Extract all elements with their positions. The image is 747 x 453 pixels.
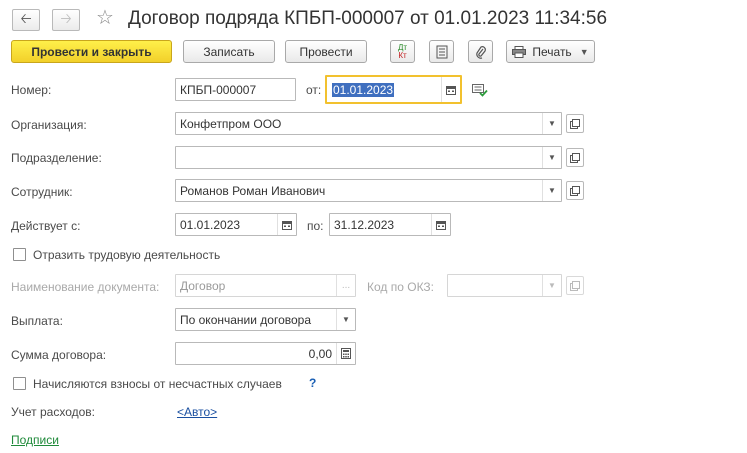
division-field[interactable]: ▼ <box>175 146 562 169</box>
employee-value: Романов Роман Иванович <box>180 183 326 198</box>
post-and-close-button[interactable]: Провести и закрыть <box>11 40 172 63</box>
chevron-down-icon[interactable]: ▼ <box>542 275 561 296</box>
document-list-button[interactable] <box>429 40 454 63</box>
expense-auto-link[interactable]: <Авто> <box>177 405 217 419</box>
number-label: Номер: <box>11 83 52 97</box>
okz-open-button[interactable] <box>566 276 584 295</box>
document-name-label: Наименование документа: <box>11 280 160 294</box>
contract-sum-value: 0,00 <box>308 346 332 361</box>
chevron-down-icon[interactable]: ▼ <box>336 309 355 330</box>
employee-field[interactable]: Романов Роман Иванович ▼ <box>175 179 562 202</box>
number-value: КПБП-000007 <box>180 82 257 97</box>
calendar-icon <box>436 220 446 230</box>
chevron-down-icon[interactable]: ▼ <box>542 113 561 134</box>
organization-field[interactable]: Конфетпром ООО ▼ <box>175 112 562 135</box>
organization-value: Конфетпром ООО <box>180 116 282 131</box>
open-window-icon <box>570 280 580 291</box>
organization-label: Организация: <box>11 118 87 132</box>
labor-activity-checkbox[interactable] <box>13 248 26 261</box>
labor-activity-label: Отразить трудовую деятельность <box>33 248 221 262</box>
payment-label: Выплата: <box>11 314 63 328</box>
valid-from-field[interactable]: 01.01.2023 <box>175 213 297 236</box>
dt-kt-button[interactable]: Дт Кт <box>390 40 415 63</box>
attach-file-button[interactable] <box>468 40 493 63</box>
valid-to-field[interactable]: 31.12.2023 <box>329 213 451 236</box>
document-name-field[interactable]: Договор ... <box>175 274 356 297</box>
chevron-down-icon[interactable]: ▼ <box>542 180 561 201</box>
save-button[interactable]: Записать <box>183 40 275 63</box>
open-window-icon <box>570 118 580 129</box>
dt-kt-icon: Дт Кт <box>397 42 408 60</box>
valid-from-label: Действует с: <box>11 219 81 233</box>
forward-button[interactable]: 🡢 <box>52 9 80 31</box>
arrow-left-icon: 🡠 <box>20 10 32 26</box>
paperclip-icon <box>475 45 486 59</box>
document-name-value: Договор <box>180 278 226 293</box>
open-window-icon <box>570 185 580 196</box>
calendar-icon <box>282 220 292 230</box>
accident-contributions-label: Начисляются взносы от несчастных случаев <box>33 377 282 391</box>
post-button[interactable]: Провести <box>285 40 367 63</box>
calculator-icon <box>341 348 351 359</box>
contract-sum-label: Сумма договора: <box>11 348 107 362</box>
date-from-label: от: <box>306 83 322 97</box>
printer-icon <box>512 45 527 58</box>
employee-label: Сотрудник: <box>11 185 73 199</box>
expense-label: Учет расходов: <box>11 405 95 419</box>
print-button[interactable]: Печать ▼ <box>506 40 595 63</box>
calendar-button[interactable] <box>277 214 296 235</box>
document-date-field[interactable]: 01.01.2023 <box>325 75 462 104</box>
calendar-button[interactable] <box>441 77 460 102</box>
accident-contributions-checkbox[interactable] <box>13 377 26 390</box>
ellipsis-icon[interactable]: ... <box>336 275 355 296</box>
valid-to-label: по: <box>307 219 324 233</box>
open-window-icon <box>570 152 580 163</box>
valid-to-value: 31.12.2023 <box>334 217 395 232</box>
calculator-button[interactable] <box>336 343 355 364</box>
arrow-right-icon: 🡢 <box>60 10 72 26</box>
number-field[interactable]: КПБП-000007 <box>175 78 296 101</box>
employee-open-button[interactable] <box>566 181 584 200</box>
division-open-button[interactable] <box>566 148 584 167</box>
comment-check-icon[interactable] <box>472 84 488 100</box>
contract-sum-field[interactable]: 0,00 <box>175 342 356 365</box>
window-title: Договор подряда КПБП-000007 от 01.01.202… <box>128 8 608 29</box>
okz-label: Код по ОКЗ: <box>367 280 435 294</box>
calendar-icon <box>446 85 456 95</box>
document-list-icon <box>436 45 447 58</box>
okz-field[interactable]: ▼ <box>447 274 562 297</box>
division-label: Подразделение: <box>11 151 102 165</box>
organization-open-button[interactable] <box>566 114 584 133</box>
valid-from-value: 01.01.2023 <box>180 217 241 232</box>
print-label: Печать <box>532 44 572 59</box>
document-date-value: 01.01.2023 <box>332 82 395 97</box>
payment-value: По окончании договора <box>180 312 312 327</box>
payment-select[interactable]: По окончании договора ▼ <box>175 308 356 331</box>
chevron-down-icon: ▼ <box>579 46 589 57</box>
help-icon[interactable]: ? <box>309 376 316 390</box>
favorite-star-icon[interactable]: ☆ <box>96 8 114 28</box>
signatures-link[interactable]: Подписи <box>11 433 59 447</box>
back-button[interactable]: 🡠 <box>12 9 40 31</box>
calendar-button[interactable] <box>431 214 450 235</box>
chevron-down-icon[interactable]: ▼ <box>542 147 561 168</box>
